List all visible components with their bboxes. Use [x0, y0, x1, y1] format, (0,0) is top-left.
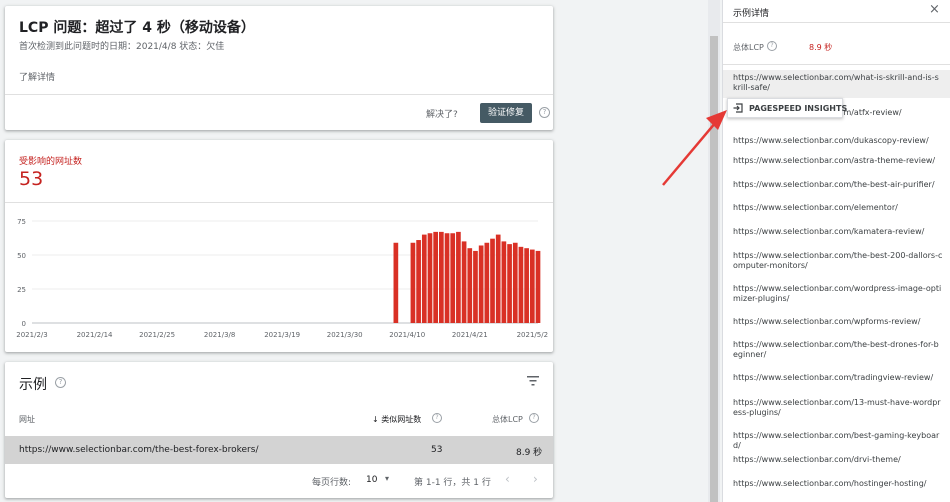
- divider: [5, 94, 553, 95]
- panel-url-item[interactable]: https://www.selectionbar.com/best-gaming…: [723, 431, 950, 451]
- chart-bar: [461, 241, 467, 323]
- help-icon[interactable]: ?: [55, 377, 66, 388]
- panel-url-item[interactable]: https://www.selectionbar.com/hostinger-h…: [723, 479, 950, 489]
- table-row[interactable]: https://www.selectionbar.com/the-best-fo…: [5, 436, 553, 464]
- pagination-range: 第 1-1 行，共 1 行: [414, 478, 491, 488]
- pagespeed-insights-label: PAGESPEED INSIGHTS: [749, 104, 848, 113]
- panel-lcp-label: 总体LCP: [733, 43, 764, 52]
- help-icon[interactable]: ?: [539, 107, 550, 118]
- chart-bar: [529, 249, 535, 323]
- examples-card: 示例 ? 网址 ↓ 类似网址数 ? 总体LCP ? https://www.se…: [5, 362, 553, 498]
- chart-card: 受影响的网址数 53 0 25 50 75 2021/2/3 2021/2/14 2021/…: [5, 140, 553, 352]
- column-header-url[interactable]: 网址: [19, 414, 35, 425]
- chart-bar: [535, 250, 541, 323]
- next-page-icon[interactable]: ›: [533, 472, 538, 486]
- row-url: https://www.selectionbar.com/the-best-fo…: [19, 445, 259, 455]
- panel-title: 示例详情: [733, 9, 770, 19]
- help-icon[interactable]: ?: [767, 41, 777, 51]
- chart-bar: [495, 234, 501, 323]
- y-tick-label: 0: [22, 320, 26, 328]
- chart-bar: [501, 241, 507, 323]
- x-tick-label: 2021/2/14: [77, 331, 113, 339]
- panel-url-item[interactable]: https://www.selectionbar.com/what-is-skr…: [723, 70, 950, 98]
- chart-bar: [444, 233, 450, 323]
- x-tick-label: 2021/3/19: [264, 331, 300, 339]
- rows-per-page-select[interactable]: 10: [366, 475, 377, 485]
- x-tick-label: 2021/3/8: [204, 331, 235, 339]
- learn-more-link[interactable]: 了解详情: [19, 70, 55, 83]
- pagespeed-insights-button[interactable]: PAGESPEED INSIGHTS: [727, 98, 847, 118]
- chart-bar: [524, 248, 529, 323]
- column-header-lcp[interactable]: 总体LCP: [492, 414, 523, 425]
- chart-bar: [467, 248, 473, 323]
- divider: [5, 202, 553, 203]
- panel-url-item[interactable]: https://www.selectionbar.com/the-best-dr…: [723, 340, 950, 360]
- row-similar-count: 53: [431, 445, 443, 455]
- x-tick-label: 2021/4/10: [389, 331, 425, 339]
- chart-bar: [416, 240, 421, 323]
- affected-urls-count: 53: [19, 168, 44, 190]
- open-in-icon: [733, 103, 743, 113]
- chart-bar: [456, 231, 461, 323]
- chart-bar: [450, 233, 456, 323]
- chevron-down-icon[interactable]: ▾: [385, 474, 389, 483]
- affected-urls-label: 受影响的网址数: [19, 157, 83, 167]
- close-icon[interactable]: ×: [929, 2, 940, 17]
- help-icon[interactable]: ?: [529, 413, 539, 423]
- y-tick-label: 50: [17, 252, 26, 260]
- divider: [723, 64, 950, 65]
- issue-subtitle: 首次检测到此问题时的日期：2021/4/8 状态：欠佳: [19, 42, 225, 52]
- affected-urls-chart: 0 25 50 75 2021/2/3 2021/2/14 2021/2/25 2021/3/…: [16, 218, 548, 339]
- panel-url-item[interactable]: https://www.selectionbar.com/kamatera-re…: [723, 227, 950, 237]
- panel-url-item[interactable]: https://www.selectionbar.com/the-best-ai…: [723, 180, 950, 190]
- previous-page-icon[interactable]: ‹: [505, 472, 510, 486]
- chart-bar: [410, 242, 416, 323]
- row-lcp: 8.9 秒: [516, 448, 543, 458]
- column-header-similar-urls[interactable]: ↓ 类似网址数: [372, 414, 421, 425]
- panel-url-item[interactable]: https://www.selectionbar.com/wpforms-rev…: [723, 317, 950, 327]
- panel-url-item[interactable]: https://www.selectionbar.com/tradingview…: [723, 373, 950, 383]
- chart-bar: [421, 234, 427, 323]
- x-tick-label: 2021/3/30: [327, 331, 363, 339]
- resolved-question: 解决了?: [426, 110, 458, 120]
- rows-per-page-label: 每页行数:: [312, 478, 352, 488]
- panel-url-item[interactable]: https://www.selectionbar.com/dukascopy-r…: [723, 136, 950, 146]
- chart-bar: [507, 244, 512, 323]
- validate-fix-button[interactable]: 验证修复: [480, 103, 532, 123]
- divider: [723, 22, 950, 23]
- help-icon[interactable]: ?: [432, 413, 442, 423]
- issue-title: LCP 问题：超过了 4 秒（移动设备）: [19, 20, 255, 36]
- chart-bar: [473, 250, 478, 323]
- y-tick-label: 25: [17, 286, 26, 294]
- x-tick-label: 2021/2/25: [139, 331, 175, 339]
- chart-bar: [393, 242, 399, 323]
- chart-bar: [484, 242, 490, 323]
- x-tick-label: 2021/5/2: [517, 331, 548, 339]
- panel-url-item[interactable]: https://www.selectionbar.com/13-must-hav…: [723, 398, 950, 418]
- examples-title: 示例: [19, 377, 47, 393]
- panel-url-item[interactable]: https://www.selectionbar.com/drvi-theme/: [723, 455, 950, 465]
- panel-url-item[interactable]: https://www.selectionbar.com/the-best-20…: [723, 251, 950, 271]
- chart-bar: [490, 238, 495, 323]
- panel-url-item[interactable]: https://www.selectionbar.com/astra-theme…: [723, 156, 950, 166]
- x-tick-label: 2021/4/21: [452, 331, 488, 339]
- sort-arrow-icon: ↓: [372, 415, 382, 424]
- chart-bar: [512, 242, 518, 323]
- filter-icon[interactable]: [527, 376, 539, 386]
- x-tick-label: 2021/2/3: [16, 331, 47, 339]
- issue-card: LCP 问题：超过了 4 秒（移动设备） 首次检测到此问题时的日期：2021/4…: [5, 6, 553, 130]
- scrollbar-thumb[interactable]: [710, 36, 718, 502]
- chart-bar: [439, 231, 444, 323]
- chart-bar: [518, 246, 524, 323]
- panel-url-item[interactable]: https://www.selectionbar.com/elementor/: [723, 203, 950, 213]
- column-header-similar-label: 类似网址数: [381, 415, 422, 424]
- chart-bar: [478, 245, 484, 323]
- chart-bar: [433, 231, 439, 323]
- chart-bar: [427, 233, 433, 323]
- panel-url-item[interactable]: https://www.selectionbar.com/wordpress-i…: [723, 284, 950, 304]
- y-tick-label: 75: [17, 218, 26, 226]
- panel-lcp-value: 8.9 秒: [809, 43, 833, 52]
- example-details-panel: 示例详情 × 总体LCP ? 8.9 秒 https://www.selecti…: [722, 0, 950, 502]
